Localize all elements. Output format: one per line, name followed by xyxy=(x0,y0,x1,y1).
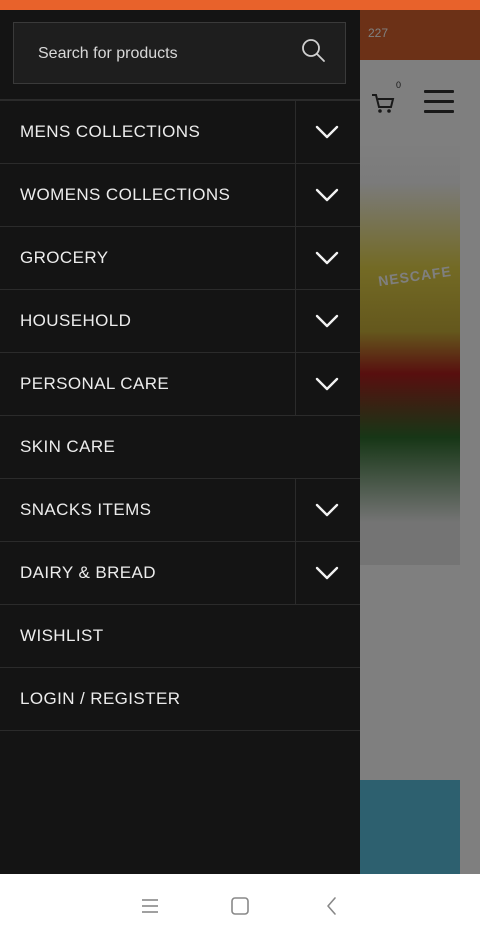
submenu-toggle[interactable] xyxy=(295,164,360,226)
menu-item-personal-care[interactable]: PERSONAL CARE xyxy=(0,353,360,416)
submenu-toggle[interactable] xyxy=(295,479,360,541)
side-drawer: MENS COLLECTIONS WOMENS COLLECTIONS GROC… xyxy=(0,10,360,874)
menu-item-grocery[interactable]: GROCERY xyxy=(0,227,360,290)
menu-item-label: GROCERY xyxy=(20,248,109,267)
menu-item-snacks-items[interactable]: SNACKS ITEMS xyxy=(0,479,360,542)
menu-item-womens-collections[interactable]: WOMENS COLLECTIONS xyxy=(0,164,360,227)
menu-item-label: SKIN CARE xyxy=(20,437,116,456)
chevron-down-icon xyxy=(315,251,339,265)
menu-item-label: LOGIN / REGISTER xyxy=(20,689,181,708)
submenu-toggle[interactable] xyxy=(295,353,360,415)
submenu-toggle[interactable] xyxy=(295,290,360,352)
chevron-down-icon xyxy=(315,125,339,139)
menu-item-login-register[interactable]: LOGIN / REGISTER xyxy=(0,668,360,731)
chevron-down-icon xyxy=(315,503,339,517)
menu-item-label: WOMENS COLLECTIONS xyxy=(20,185,231,204)
menu-item-skin-care[interactable]: SKIN CARE xyxy=(0,416,360,479)
menu-item-wishlist[interactable]: WISHLIST xyxy=(0,605,360,668)
search-box xyxy=(13,22,346,84)
menu-item-label: WISHLIST xyxy=(20,626,104,645)
menu-item-label: HOUSEHOLD xyxy=(20,311,132,330)
submenu-toggle[interactable] xyxy=(295,542,360,604)
chevron-down-icon xyxy=(315,566,339,580)
chevron-down-icon xyxy=(315,188,339,202)
menu-item-label: PERSONAL CARE xyxy=(20,374,170,393)
menu-item-dairy-bread[interactable]: DAIRY & BREAD xyxy=(0,542,360,605)
drawer-menu: MENS COLLECTIONS WOMENS COLLECTIONS GROC… xyxy=(0,101,360,731)
menu-item-label: SNACKS ITEMS xyxy=(20,500,152,519)
menu-item-label: DAIRY & BREAD xyxy=(20,563,156,582)
status-bar xyxy=(0,0,480,10)
menu-item-label: MENS COLLECTIONS xyxy=(20,122,201,141)
system-nav-bar xyxy=(0,874,480,938)
search-icon[interactable] xyxy=(300,38,326,64)
submenu-toggle[interactable] xyxy=(295,101,360,163)
submenu-toggle[interactable] xyxy=(295,227,360,289)
menu-item-mens-collections[interactable]: MENS COLLECTIONS xyxy=(0,101,360,164)
menu-icon[interactable] xyxy=(138,894,162,918)
chevron-down-icon xyxy=(315,377,339,391)
chevron-down-icon xyxy=(315,314,339,328)
search-input[interactable] xyxy=(38,43,298,65)
home-icon[interactable] xyxy=(228,894,252,918)
menu-item-household[interactable]: HOUSEHOLD xyxy=(0,290,360,353)
back-icon[interactable] xyxy=(320,894,344,918)
